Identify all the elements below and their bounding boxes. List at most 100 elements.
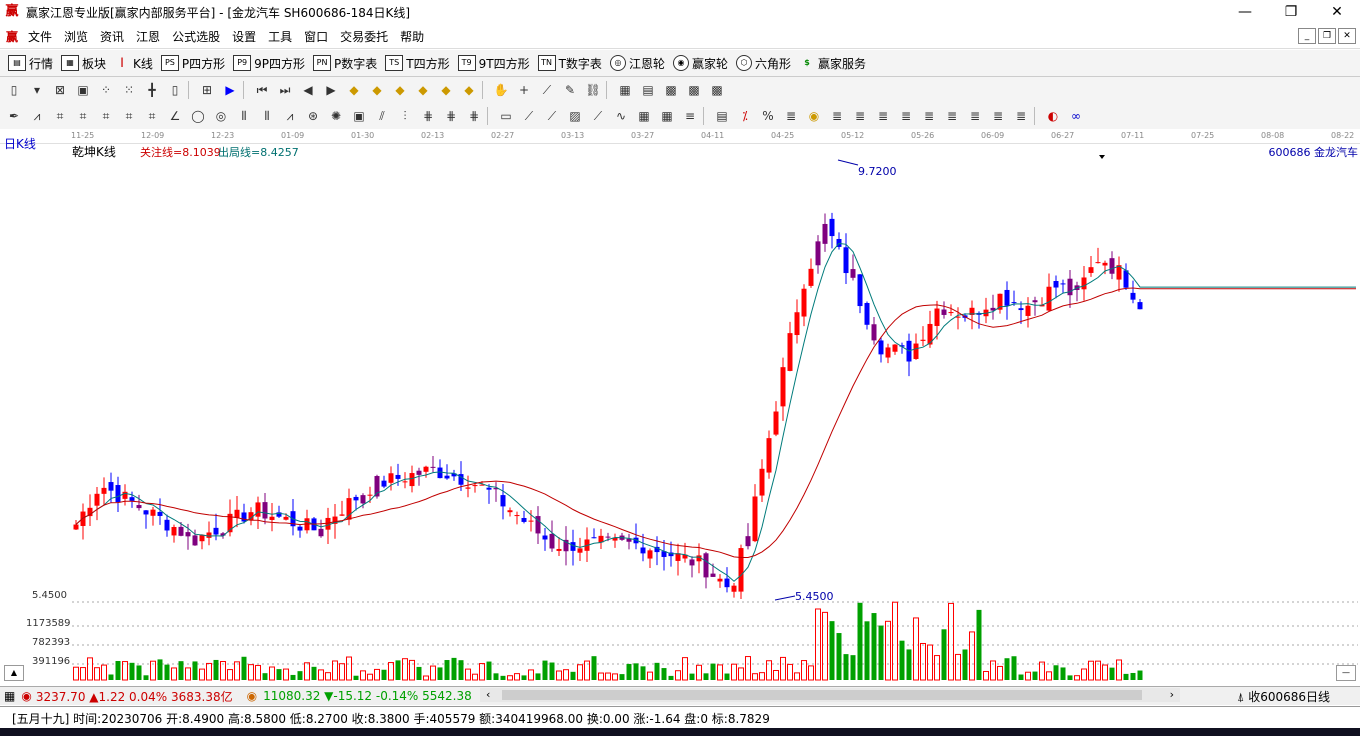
tool-gann-wheel[interactable]: ◎ 江恩轮 — [609, 55, 665, 72]
mdi-restore-icon[interactable]: ❐ — [1318, 28, 1336, 44]
tool-sector[interactable]: ▦ 板块 — [61, 55, 106, 72]
levels8-icon[interactable]: ≣ — [966, 107, 984, 125]
percent-slash-icon[interactable]: ⁒ — [736, 107, 754, 125]
menu-tools[interactable]: 工具 — [262, 28, 298, 45]
angle-icon[interactable]: ∠ — [166, 107, 184, 125]
kline-chart[interactable] — [0, 129, 1360, 685]
close-icon[interactable]: ✕ — [1314, 0, 1360, 24]
mdi-close-icon[interactable]: ✕ — [1338, 28, 1356, 44]
percent-icon[interactable]: % — [759, 107, 777, 125]
infinity-icon[interactable]: ∞ — [1067, 107, 1085, 125]
doc-icon[interactable]: ▣ — [74, 81, 92, 99]
menu-formula[interactable]: 公式选股 — [166, 28, 226, 45]
circle-icon[interactable]: ◯ — [189, 107, 207, 125]
tool-winner-wheel[interactable]: ◉ 赢家轮 — [672, 55, 728, 72]
rect-icon[interactable]: ▭ — [497, 107, 515, 125]
menu-help[interactable]: 帮助 — [394, 28, 430, 45]
levels10-icon[interactable]: ≣ — [1012, 107, 1030, 125]
lines-icon[interactable]: ⫽ — [373, 107, 391, 125]
link-icon[interactable]: ⛓ — [584, 81, 602, 99]
diamond2-icon[interactable]: ◆ — [368, 81, 386, 99]
levels-icon[interactable]: ≣ — [782, 107, 800, 125]
minimize-icon[interactable]: — — [1222, 0, 1268, 24]
cursor-icon[interactable]: ▯ — [166, 81, 184, 99]
scroll-thumb[interactable] — [502, 690, 1142, 700]
grid-status-icon[interactable]: ▦ — [4, 689, 15, 703]
chart-area[interactable]: 11-25 12-09 12-23 01-09 01-30 02-13 02-27 03-13… — [0, 129, 1360, 685]
scatter-icon[interactable]: ⁘ — [97, 81, 115, 99]
levels3-icon[interactable]: ≣ — [851, 107, 869, 125]
tool-t-table[interactable]: TN T数字表 — [537, 55, 602, 72]
comb2-icon[interactable]: ⋕ — [442, 107, 460, 125]
diamond3-icon[interactable]: ◆ — [391, 81, 409, 99]
levels6-icon[interactable]: ≣ — [920, 107, 938, 125]
scroll-left-icon[interactable]: ▲ — [4, 665, 24, 681]
tool-service[interactable]: $ 赢家服务 — [799, 55, 866, 72]
trend-icon[interactable]: ⟋ — [520, 107, 538, 125]
box2-icon[interactable]: ▦ — [658, 107, 676, 125]
lines3-icon[interactable]: ≡ — [681, 107, 699, 125]
globe-icon[interactable]: ◐ — [1044, 107, 1062, 125]
diamond5-icon[interactable]: ◆ — [437, 81, 455, 99]
coin-icon[interactable]: ◉ — [805, 107, 823, 125]
tool-kline[interactable]: ┃ K线 — [114, 55, 153, 72]
spiral2-icon[interactable]: ✺ — [327, 107, 345, 125]
layout-icon[interactable]: ▯ — [5, 81, 23, 99]
scatter2-icon[interactable]: ⁙ — [120, 81, 138, 99]
bars-icon[interactable]: ⦀ — [235, 107, 253, 125]
grid-b-icon[interactable]: ⌗ — [74, 107, 92, 125]
lines2-icon[interactable]: ⫶ — [396, 107, 414, 125]
diamond6-icon[interactable]: ◆ — [460, 81, 478, 99]
hatch-icon[interactable]: ▨ — [566, 107, 584, 125]
tool-quote[interactable]: ▤ 行情 — [8, 55, 53, 72]
cross-icon[interactable]: ╋ — [143, 81, 161, 99]
menu-browse[interactable]: 浏览 — [58, 28, 94, 45]
brush-icon[interactable]: ✎ — [561, 81, 579, 99]
scroll-next-icon[interactable]: › — [1170, 688, 1174, 701]
tool-p-square[interactable]: PS P四方形 — [160, 55, 225, 72]
fan2-icon[interactable]: ⩘ — [281, 107, 299, 125]
hand-icon[interactable]: ✋ — [492, 81, 510, 99]
right-icon[interactable]: ▶ — [322, 81, 340, 99]
mdi-minimize-icon[interactable]: _ — [1298, 28, 1316, 44]
diamond4-icon[interactable]: ◆ — [414, 81, 432, 99]
tool-t-square[interactable]: TS T四方形 — [385, 55, 450, 72]
list-icon[interactable]: ▤ — [713, 107, 731, 125]
calendar-icon[interactable]: ▦ — [616, 81, 634, 99]
grid-e-icon[interactable]: ⌗ — [143, 107, 161, 125]
menu-gann[interactable]: 江恩 — [130, 28, 166, 45]
comb3-icon[interactable]: ⋕ — [465, 107, 483, 125]
save2-icon[interactable]: ▩ — [685, 81, 703, 99]
save-icon[interactable]: ▩ — [662, 81, 680, 99]
spiral-icon[interactable]: ⊛ — [304, 107, 322, 125]
grid-c-icon[interactable]: ⌗ — [97, 107, 115, 125]
trend2-icon[interactable]: ⟋ — [543, 107, 561, 125]
levels9-icon[interactable]: ≣ — [989, 107, 1007, 125]
menu-trade[interactable]: 交易委托 — [334, 28, 394, 45]
table-icon[interactable]: ▤ — [639, 81, 657, 99]
export-icon[interactable]: ▩ — [708, 81, 726, 99]
gann-box-icon[interactable]: ▣ — [350, 107, 368, 125]
flag-icon[interactable]: ▶ — [221, 81, 239, 99]
zigzag-icon[interactable]: ⟋ — [538, 81, 556, 99]
comb-icon[interactable]: ⋕ — [419, 107, 437, 125]
levels5-icon[interactable]: ≣ — [897, 107, 915, 125]
restore-icon[interactable]: ❐ — [1268, 0, 1314, 24]
levels4-icon[interactable]: ≣ — [874, 107, 892, 125]
left-icon[interactable]: ◀ — [299, 81, 317, 99]
next-end-icon[interactable]: ⏭ — [276, 81, 294, 99]
tool-9t-square[interactable]: T9 9T四方形 — [457, 55, 530, 72]
wave-icon[interactable]: ∿ — [612, 107, 630, 125]
box-icon[interactable]: ▦ — [635, 107, 653, 125]
diamond1-icon[interactable]: ◆ — [345, 81, 363, 99]
trend3-icon[interactable]: ⟋ — [589, 107, 607, 125]
dropdown-icon[interactable]: ▾ — [28, 81, 46, 99]
pen-icon[interactable]: ✒ — [5, 107, 23, 125]
bars2-icon[interactable]: ⦀ — [258, 107, 276, 125]
fan-icon[interactable]: ⩘ — [28, 107, 46, 125]
grid-icon[interactable]: ⊞ — [198, 81, 216, 99]
circle2-icon[interactable]: ◎ — [212, 107, 230, 125]
scroll-prev-icon[interactable]: ‹ — [486, 688, 490, 701]
plus-icon[interactable]: + — [515, 81, 533, 99]
menu-settings[interactable]: 设置 — [226, 28, 262, 45]
